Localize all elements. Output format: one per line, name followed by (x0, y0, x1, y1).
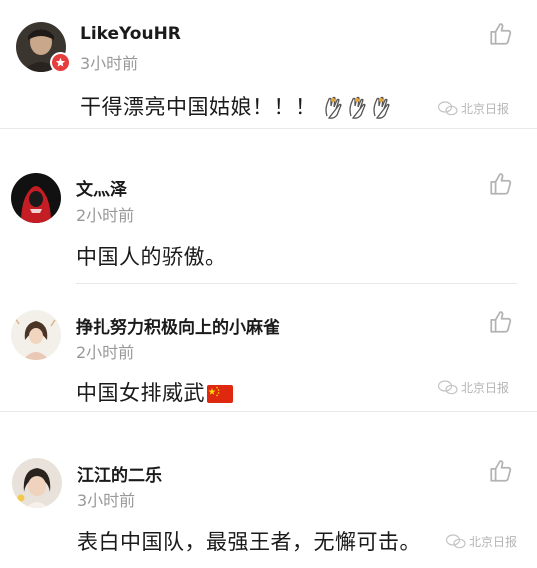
comment-item: 江江的二乐 3小时前 表白中国队，最强王者，无懈可击。 北京日报 (0, 411, 537, 568)
comment-timestamp: 2小时前 (76, 206, 135, 225)
thumbs-up-outline-icon (490, 173, 512, 195)
comment-item: 挣扎努力积极向上的小麻雀 2小时前 中国女排威武 北京日报 (0, 283, 537, 411)
wechat-bubble-icon (438, 101, 458, 116)
comment-username[interactable]: LikeYouHR (80, 24, 181, 44)
watermark-text: 北京日报 (461, 381, 510, 395)
clap-emoji (348, 96, 366, 119)
like-button[interactable] (488, 21, 514, 47)
source-watermark: 北京日报 (438, 100, 509, 117)
comment-item: LikeYouHR 3小时前 干得漂亮中国姑娘！！！ 北京日报 (0, 0, 537, 128)
comment-text: 中国女排威武 (76, 377, 233, 407)
clap-emoji (324, 96, 342, 119)
like-button[interactable] (488, 171, 514, 197)
watermark-text: 北京日报 (469, 535, 518, 549)
source-watermark: 北京日报 (438, 379, 509, 396)
comment-text-body: 中国女排威武 (76, 381, 205, 405)
avatar[interactable] (11, 173, 61, 223)
thumbs-up-outline-icon (490, 23, 512, 45)
comment-text: 表白中国队，最强王者，无懈可击。 (77, 530, 421, 554)
wechat-bubble-icon (446, 534, 466, 549)
thumbs-up-outline-icon (490, 460, 512, 482)
verified-badge-icon (50, 52, 71, 73)
comment-username[interactable]: 挣扎努力积极向上的小麻雀 (76, 313, 280, 338)
avatar[interactable] (12, 458, 62, 508)
comment-username[interactable]: 文灬泽 (76, 175, 127, 200)
comment-timestamp: 2小时前 (76, 343, 135, 362)
watermark-text: 北京日报 (461, 102, 510, 116)
comment-text: 中国人的骄傲。 (76, 245, 227, 269)
comment-text-body: 干得漂亮中国姑娘！！！ (80, 95, 317, 119)
like-button[interactable] (488, 458, 514, 484)
clap-emoji (372, 96, 390, 119)
thumbs-up-outline-icon (490, 311, 512, 333)
comment-item: 文灬泽 2小时前 中国人的骄傲。 (0, 128, 537, 283)
source-watermark: 北京日报 (444, 533, 518, 550)
comment-timestamp: 3小时前 (77, 491, 136, 510)
comment-text: 干得漂亮中国姑娘！！！ (80, 91, 391, 121)
comment-timestamp: 3小时前 (80, 54, 139, 73)
comment-username[interactable]: 江江的二乐 (77, 461, 162, 486)
china-flag-emoji (207, 385, 233, 403)
wechat-bubble-icon (438, 380, 458, 395)
like-button[interactable] (488, 309, 514, 335)
avatar[interactable] (11, 310, 61, 360)
